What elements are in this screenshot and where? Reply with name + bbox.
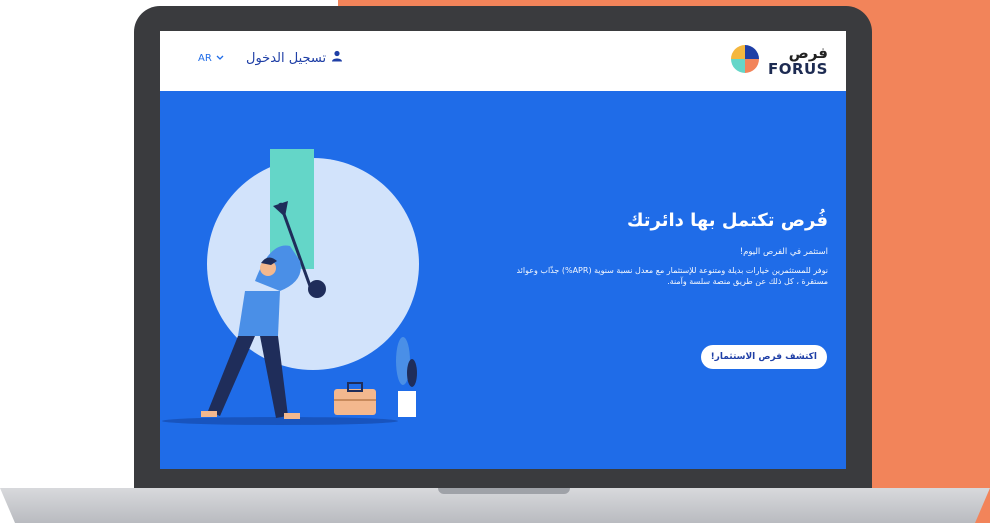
chevron-down-icon xyxy=(216,53,224,64)
language-selector[interactable]: AR xyxy=(198,53,224,64)
explore-investments-button[interactable]: اكتشف فرص الاستثمار! xyxy=(700,345,827,369)
hero-section: فُرص تكتمل بها دائرتك استثمر في الفرص ال… xyxy=(498,209,828,287)
hero-description: نوفر للمستثمرين خيارات بديلة ومتنوعة للإ… xyxy=(516,266,828,286)
login-label: تسجيل الدخول xyxy=(246,50,327,66)
browser-screen: AR تسجيل الدخول فرص FORUS فُرص تكتمل بها… xyxy=(160,31,846,469)
site-logo[interactable]: فرص FORUS xyxy=(730,43,828,79)
user-icon xyxy=(331,50,343,66)
logo-arabic-text: فرص xyxy=(788,43,828,62)
hero-title: فُرص تكتمل بها دائرتك xyxy=(627,210,828,231)
hero-subtitle: استثمر في الفرص اليوم! xyxy=(739,247,828,257)
forus-logo-icon xyxy=(730,44,760,78)
logo-english-text: FORUS xyxy=(767,59,828,78)
site-header: AR تسجيل الدخول فرص FORUS xyxy=(160,31,846,91)
login-button[interactable]: تسجيل الدخول xyxy=(246,50,343,66)
investment-illustration xyxy=(162,149,419,425)
laptop-notch xyxy=(438,488,570,494)
language-label: AR xyxy=(198,53,212,64)
